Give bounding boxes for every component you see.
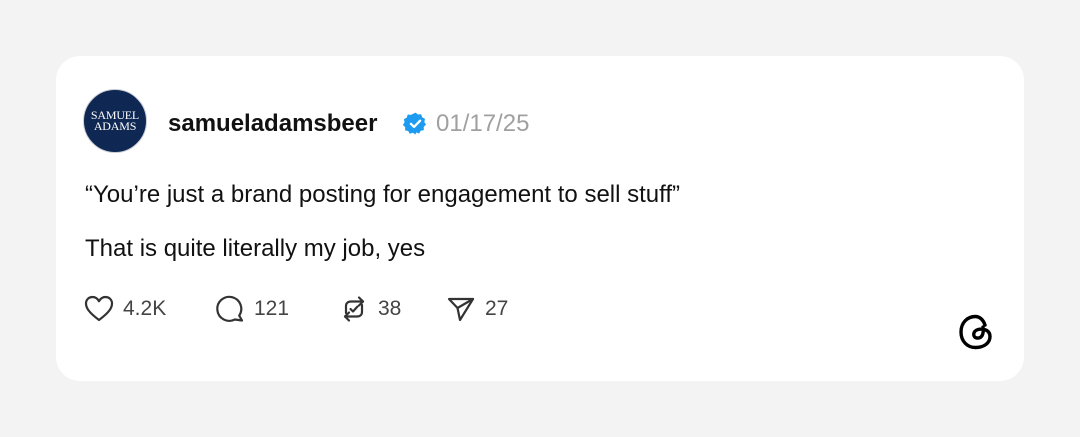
share-count: 27 (485, 297, 509, 320)
username[interactable]: samueladamsbeer (168, 110, 377, 138)
like-button[interactable]: 4.2K (83, 293, 166, 325)
reply-button[interactable]: 121 (214, 293, 289, 325)
reply-count: 121 (254, 297, 290, 320)
repost-button[interactable]: 38 (338, 293, 401, 325)
heart-icon (84, 295, 114, 322)
post-date[interactable]: 01/17/25 (436, 110, 529, 138)
like-count: 4.2K (123, 297, 167, 320)
post-card: SAMUEL ADAMS samueladamsbeer 01/17/25 “Y… (56, 56, 1024, 381)
avatar[interactable]: SAMUEL ADAMS (83, 89, 147, 153)
paper-plane-icon (447, 297, 475, 322)
avatar-text-line2: ADAMS (93, 119, 137, 133)
post-text-line1: “You’re just a brand posting for engagem… (85, 181, 681, 208)
verified-badge-icon (403, 112, 427, 135)
threads-logo-icon[interactable] (954, 310, 998, 354)
post-text-line2: That is quite literally my job, yes (85, 235, 426, 262)
share-button[interactable]: 27 (445, 293, 508, 325)
repost-icon (343, 296, 365, 322)
speech-bubble-icon (216, 295, 244, 322)
repost-count: 38 (378, 297, 402, 320)
